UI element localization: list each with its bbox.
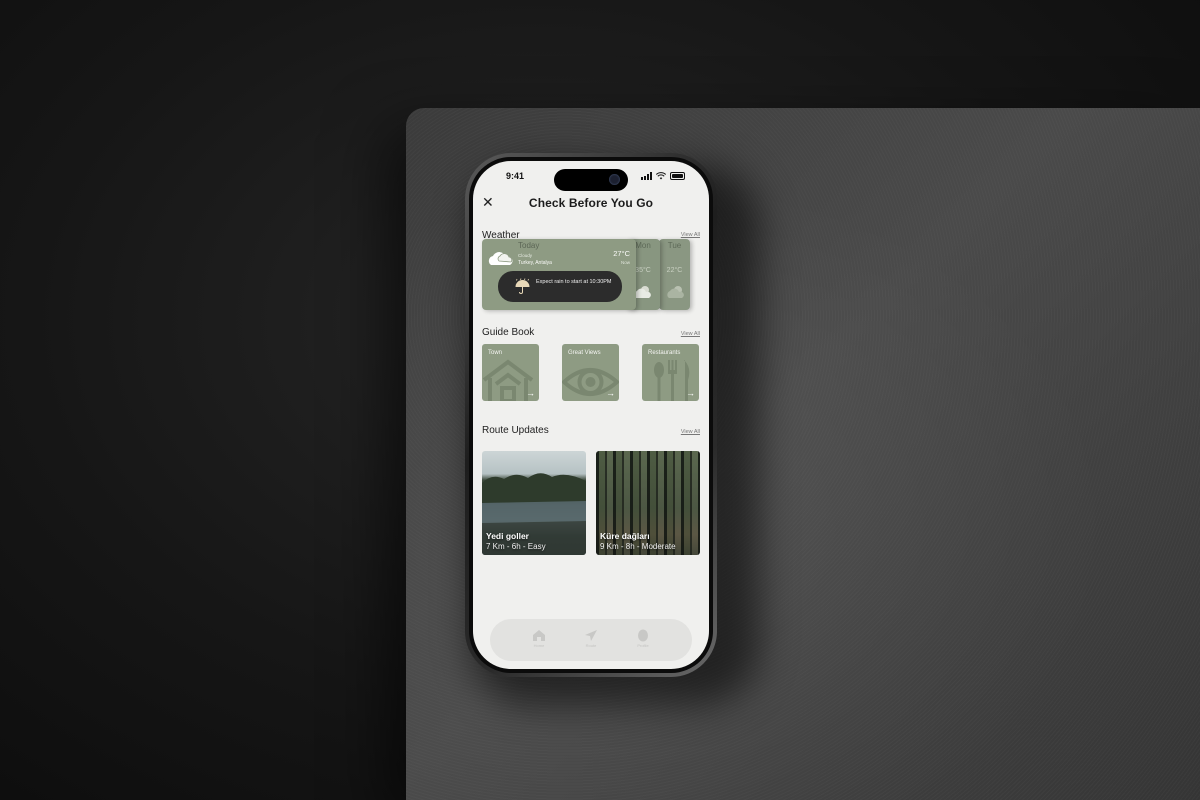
routes-view-all-link[interactable]: View All [681,429,700,435]
routes-section-title: Route Updates [482,425,549,436]
arrow-right-icon: → [606,388,615,398]
battery-icon [670,172,685,180]
day-temp: 22°C [666,267,683,274]
guide-section-title: Guide Book [482,327,535,338]
camera-icon [609,174,620,185]
tab-route[interactable]: Route [576,625,606,655]
status-icons [641,172,685,180]
arrow-right-icon: → [526,388,535,398]
tab-home[interactable]: Home [524,625,554,655]
bottom-tab-bar: Home Route Profile [490,619,692,661]
route-meta: 7 Km - 6h - Easy [486,542,546,551]
signal-icon [641,172,652,180]
weather-today-card[interactable]: Today Cloudy Turkey, Antalya 27°C Now Ex… [482,239,636,310]
guide-card-great-views[interactable]: Great Views → [562,344,619,401]
rain-alert-pill: Expect rain to start at 10:30PM [498,271,622,302]
route-card[interactable]: Küre dağları 9 Km - 8h - Moderate [596,451,700,555]
route-name: Yedi goller [486,531,529,541]
rain-alert-text: Expect rain to start at 10:30PM [536,279,612,285]
guide-card-restaurants[interactable]: Restaurants → [642,344,699,401]
guide-view-all-link[interactable]: View All [681,331,700,337]
page-title: Check Before You Go [528,196,654,210]
day-name: Tue [667,241,682,250]
guide-card-label: Town [488,350,503,356]
route-name: Küre dağları [600,531,650,541]
tab-label: Route [585,643,597,648]
profile-icon [638,629,648,642]
guide-card-town[interactable]: Town → [482,344,539,401]
weather-location: Turkey, Antalya [518,260,552,266]
guide-card-label: Great Views [568,350,601,356]
phone-frame: 9:41 ✕ Check Before You Go Weather View … [465,153,717,677]
home-icon [533,630,545,641]
today-label: Today [518,241,540,250]
tab-label: Home [533,643,545,648]
weather-condition: Cloudy [518,253,533,258]
tab-label: Profile [637,643,649,648]
umbrella-rain-icon [515,278,530,294]
status-time: 9:41 [506,171,525,181]
wifi-icon [656,172,666,180]
dynamic-island [554,169,628,191]
time-label: Now [620,260,630,265]
weather-view-all-link[interactable]: View All [681,232,700,238]
arrow-right-icon: → [686,388,695,398]
route-card[interactable]: Yedi goller 7 Km - 6h - Easy [482,451,586,555]
weather-day-card[interactable]: Tue 22°C [659,239,690,310]
guide-card-label: Restaurants [648,350,681,356]
app-screen: 9:41 ✕ Check Before You Go Weather View … [473,161,709,669]
tab-profile[interactable]: Profile [628,625,658,655]
partly-cloudy-icon [667,286,684,298]
cloud-icon [488,252,513,265]
current-temperature: 27°C [613,249,630,258]
navigation-icon [585,630,597,641]
route-meta: 9 Km - 8h - Moderate [600,542,676,551]
